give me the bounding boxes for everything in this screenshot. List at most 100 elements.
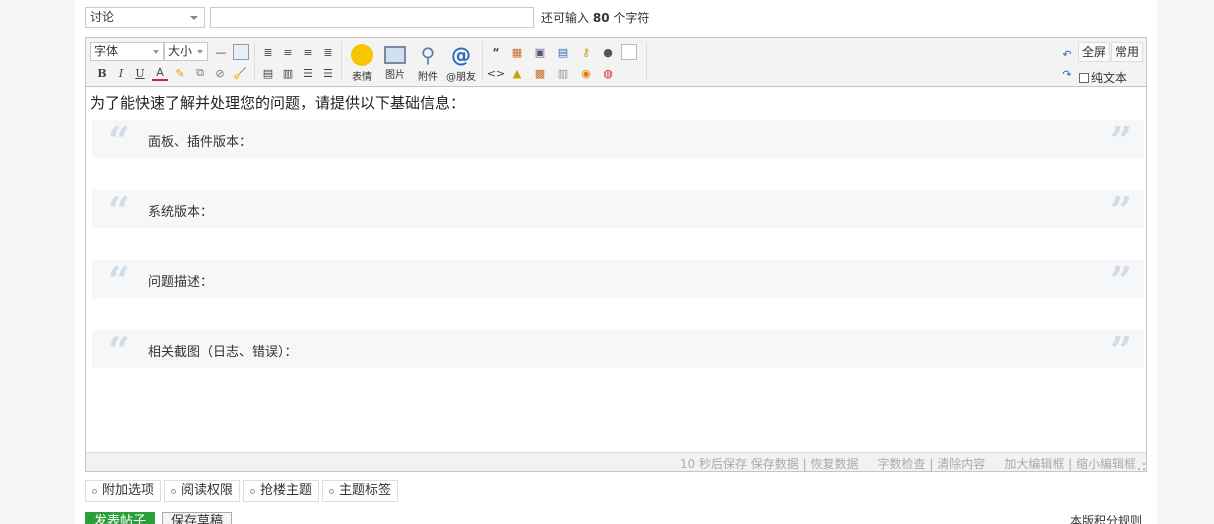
- italic-icon[interactable]: I: [113, 65, 129, 81]
- emoticon-label: 表情: [352, 72, 372, 83]
- thread-type-value: 讨论: [90, 10, 115, 24]
- plaintext-checkbox[interactable]: [1079, 72, 1089, 83]
- char-remain-count: 80: [592, 11, 610, 25]
- tab-label: 阅读权限: [181, 483, 234, 498]
- float-right-icon[interactable]: ▥: [280, 65, 296, 81]
- bullet-icon: [250, 488, 256, 494]
- bullet-icon: [92, 488, 97, 494]
- quote-block: “ 系统版本： ”: [92, 188, 1144, 233]
- attach-label: 附件: [418, 72, 438, 83]
- hr-icon[interactable]: —: [213, 44, 229, 60]
- tab-topic-tags[interactable]: 主题标签: [322, 480, 399, 502]
- quote-block: “ 问题描述： ”: [92, 258, 1144, 303]
- unlink-icon[interactable]: ⊘: [212, 65, 228, 81]
- chevron-down-icon: [197, 50, 203, 54]
- tab-extra-options[interactable]: 附加选项: [85, 480, 162, 502]
- wordcheck-links[interactable]: 字数检查 | 清除内容: [878, 457, 986, 471]
- code-icon[interactable]: <>: [487, 65, 505, 81]
- common-button[interactable]: 常用: [1111, 42, 1144, 62]
- align-center-icon[interactable]: ≡: [280, 44, 296, 60]
- resize-grip-icon[interactable]: [1138, 463, 1145, 470]
- unordered-list-icon[interactable]: ☰: [320, 65, 336, 81]
- lock-icon[interactable]: ▲: [509, 65, 525, 81]
- intro-text: 为了能快速了解并处理您的问题，请提供以下基础信息：: [90, 94, 466, 112]
- attach-button[interactable]: ⚲ 附件: [413, 44, 443, 83]
- image-icon: [384, 46, 406, 64]
- editor: 字体 大小 — B I U A ✎ ⧉ ⊘ 🧹 ≣ ≡ ≡ ≣ ▤ ▥ ☰ ☰ …: [85, 37, 1147, 472]
- editor-toolbar: 字体 大小 — B I U A ✎ ⧉ ⊘ 🧹 ≣ ≡ ≡ ≣ ▤ ▥ ☰ ☰ …: [86, 38, 1146, 87]
- ordered-list-icon[interactable]: ☰: [300, 65, 316, 81]
- bullet-icon: [171, 488, 177, 494]
- image-button[interactable]: 图片: [380, 44, 410, 81]
- open-quote-icon: “: [108, 188, 130, 233]
- quote-text: 系统版本：: [148, 205, 214, 220]
- thread-type-select[interactable]: 讨论: [85, 7, 205, 28]
- open-quote-icon: “: [108, 118, 130, 163]
- hide-icon[interactable]: ▦: [509, 44, 525, 60]
- editor-content[interactable]: 为了能快速了解并处理您的问题，请提供以下基础信息： “ 面板、插件版本： ” “…: [86, 88, 1146, 453]
- at-friend-label: @朋友: [446, 72, 476, 83]
- quote-text: 面板、插件版本：: [148, 135, 253, 150]
- font-family-select[interactable]: 字体: [90, 42, 164, 61]
- toolbar-divider: [646, 42, 647, 80]
- font-size-select[interactable]: 大小: [164, 42, 208, 61]
- char-remain-suffix: 个字符: [613, 11, 650, 25]
- resize-links[interactable]: 加大编辑框 | 缩小编辑框: [1004, 457, 1136, 471]
- key-icon[interactable]: ⚷: [578, 44, 594, 60]
- tab-label: 抢楼主题: [260, 483, 313, 498]
- title-input[interactable]: [210, 7, 534, 28]
- broken-image-icon[interactable]: [621, 44, 637, 60]
- at-friend-button[interactable]: @ @朋友: [446, 44, 476, 83]
- link-icon[interactable]: ⧉: [192, 65, 208, 81]
- close-quote-icon: ”: [1110, 188, 1132, 233]
- fullscreen-button[interactable]: 全屏: [1078, 42, 1111, 62]
- open-quote-icon: “: [108, 328, 130, 373]
- page-icon[interactable]: ▣: [532, 44, 548, 60]
- gallery-icon[interactable]: ▩: [532, 65, 548, 81]
- index-icon[interactable]: ▤: [555, 44, 571, 60]
- font-color-icon[interactable]: A: [152, 65, 168, 81]
- quote-text: 相关截图（日志、错误）：: [148, 345, 298, 360]
- redo-icon[interactable]: ↷: [1059, 66, 1075, 82]
- close-quote-icon: ”: [1110, 258, 1132, 303]
- underline-icon[interactable]: U: [132, 65, 148, 81]
- char-remain-prefix: 还可输入: [541, 11, 590, 25]
- font-size-value: 大小: [168, 44, 193, 58]
- float-left-icon[interactable]: ▤: [260, 65, 276, 81]
- quote-icon[interactable]: “: [488, 44, 504, 60]
- quote-block: “ 相关截图（日志、错误）： ”: [92, 328, 1144, 373]
- bg-icon[interactable]: ◉: [578, 65, 594, 81]
- align-justify-icon[interactable]: ≣: [320, 44, 336, 60]
- columns-icon[interactable]: ▥: [555, 65, 571, 81]
- submit-post-button[interactable]: 发表帖子: [85, 512, 155, 524]
- highlight-icon[interactable]: ✎: [172, 65, 188, 81]
- clear-format-icon[interactable]: 🧹: [232, 65, 248, 81]
- autosave-links[interactable]: 10 秒后保存 保存数据 | 恢复数据: [680, 457, 859, 471]
- tab-label: 附加选项: [102, 483, 155, 498]
- chevron-down-icon: [153, 50, 159, 54]
- toolbar-divider: [482, 42, 483, 80]
- font-family-value: 字体: [94, 44, 119, 58]
- toolbar-divider: [341, 42, 342, 80]
- flash-icon[interactable]: ●: [600, 44, 616, 60]
- align-left-icon[interactable]: ≣: [260, 44, 276, 60]
- emoticon-button[interactable]: 表情: [347, 44, 377, 83]
- toolbar-divider: [254, 42, 255, 80]
- tab-floor-grab[interactable]: 抢楼主题: [243, 480, 320, 502]
- align-right-icon[interactable]: ≡: [300, 44, 316, 60]
- table-icon[interactable]: [233, 44, 249, 60]
- qq-icon[interactable]: ◍: [600, 65, 616, 81]
- bold-icon[interactable]: B: [94, 65, 110, 81]
- tab-read-permission[interactable]: 阅读权限: [164, 480, 241, 502]
- save-draft-button[interactable]: 保存草稿: [162, 512, 232, 524]
- forum-rules-link[interactable]: 本版积分规则: [1070, 512, 1142, 524]
- char-remain: 还可输入 80 个字符: [541, 9, 649, 26]
- quote-block: “ 面板、插件版本： ”: [92, 118, 1144, 163]
- post-options: 附加选项 阅读权限 抢楼主题 主题标签: [85, 480, 399, 502]
- plaintext-toggle[interactable]: 纯文本: [1079, 69, 1127, 86]
- smiley-icon: [351, 44, 373, 66]
- open-quote-icon: “: [108, 258, 130, 303]
- close-quote-icon: ”: [1110, 118, 1132, 163]
- undo-icon[interactable]: ↶: [1059, 46, 1075, 62]
- at-icon: @: [451, 43, 471, 67]
